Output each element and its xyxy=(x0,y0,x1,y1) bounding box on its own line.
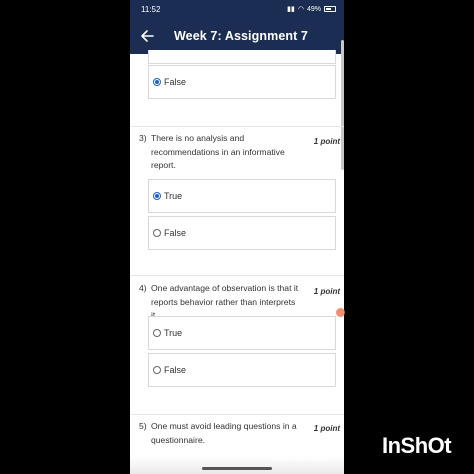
q3-option-false[interactable]: False xyxy=(148,216,336,250)
prev-option-partial xyxy=(148,50,336,64)
signal-icon: ▮▮ xyxy=(287,6,295,13)
divider xyxy=(130,275,344,276)
divider xyxy=(130,414,344,415)
status-icons: ▮▮ ◠ 49% xyxy=(287,5,336,13)
question-number: 4) xyxy=(139,283,147,293)
option-label: False xyxy=(164,228,187,238)
prev-option-false[interactable]: False xyxy=(148,65,336,99)
back-arrow-icon[interactable] xyxy=(140,29,154,43)
gesture-nav-bar[interactable] xyxy=(202,467,272,470)
wifi-icon: ◠ xyxy=(297,6,304,13)
radio-unchecked-icon[interactable] xyxy=(153,366,161,374)
question-points: 1 point xyxy=(313,287,340,296)
option-label: False xyxy=(164,365,187,375)
question-points: 1 point xyxy=(313,137,340,146)
option-label: True xyxy=(164,191,183,201)
divider xyxy=(130,126,344,127)
editor-watermark: InShOt xyxy=(382,433,452,458)
question-text: One must avoid leading questions in a qu… xyxy=(151,421,297,445)
phone-screen: 11:52 ▮▮ ◠ 49% Week 7: Assignment 7 Fals… xyxy=(130,0,344,474)
radio-checked-icon[interactable] xyxy=(153,78,161,86)
recorder-bubble-icon[interactable] xyxy=(336,308,345,317)
q3-option-true[interactable]: True xyxy=(148,179,336,213)
question-text: There is no analysis and recommendations… xyxy=(151,133,285,170)
battery-icon xyxy=(324,6,336,12)
question-5: 5) One must avoid leading questions in a… xyxy=(139,420,301,447)
question-number: 5) xyxy=(139,421,147,431)
radio-unchecked-icon[interactable] xyxy=(153,329,161,337)
recorder-watermark: XRecorder xyxy=(254,448,330,465)
radio-checked-icon[interactable] xyxy=(153,192,161,200)
option-label: True xyxy=(164,328,183,338)
page-title: Week 7: Assignment 7 xyxy=(174,29,308,43)
radio-unchecked-icon[interactable] xyxy=(153,229,161,237)
q4-option-true[interactable]: True xyxy=(148,316,336,350)
question-points: 1 point xyxy=(313,424,340,433)
status-bar: 11:52 ▮▮ ◠ 49% xyxy=(130,0,344,18)
app-bar: Week 7: Assignment 7 xyxy=(130,18,344,54)
scrollbar[interactable] xyxy=(341,40,344,170)
option-label: False xyxy=(164,77,187,87)
status-time: 11:52 xyxy=(141,4,161,14)
battery-percent: 49% xyxy=(306,5,321,13)
question-number: 3) xyxy=(139,133,147,143)
q4-option-false[interactable]: False xyxy=(148,353,336,387)
question-3: 3) There is no analysis and recommendati… xyxy=(139,132,301,173)
